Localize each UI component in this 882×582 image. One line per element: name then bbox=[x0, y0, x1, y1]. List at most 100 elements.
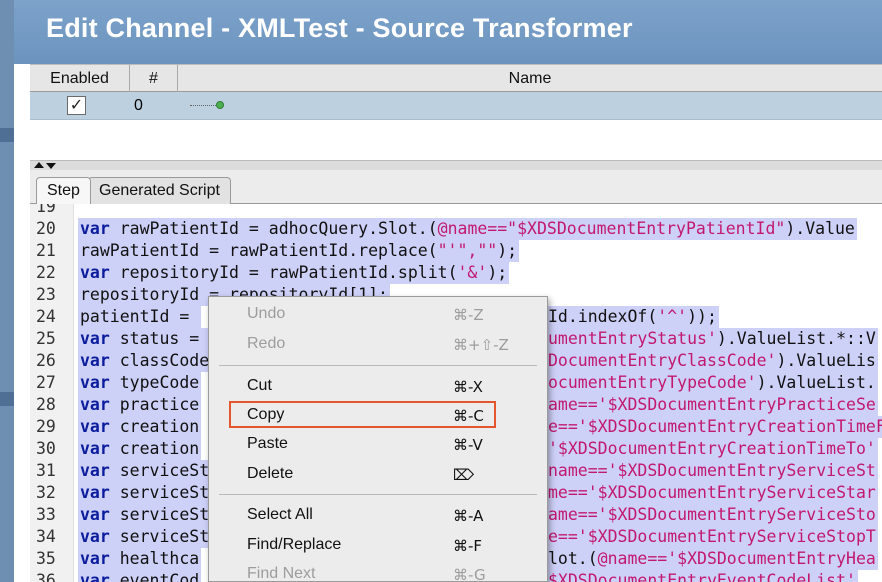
menu-item-find-next[interactable]: Find Next ⌘-G bbox=[209, 561, 547, 582]
string-token: "'","" bbox=[437, 241, 498, 260]
line-number: 19 bbox=[36, 204, 56, 216]
menu-item-cut[interactable]: Cut ⌘-X bbox=[209, 373, 547, 401]
code-token: rawPatientId = rawPatientId.replace( bbox=[80, 241, 438, 260]
code-token: )); bbox=[687, 307, 717, 326]
code-line[interactable]: 19 bbox=[30, 204, 882, 218]
code-text-continued: lot.(@name=='$XDSDocumentEntryHea bbox=[546, 548, 878, 570]
string-token: e=='$XDSDocumentEntryServiceStopT bbox=[548, 527, 876, 546]
code-token: status = bbox=[109, 329, 210, 348]
enabled-checkbox[interactable]: ✓ bbox=[67, 96, 86, 115]
tab-step[interactable]: Step bbox=[36, 177, 91, 204]
string-token: $XDSDocumentEntryEventCodeList' bbox=[548, 571, 856, 582]
code-text: var serviceSt bbox=[78, 460, 212, 482]
keyword-token: var bbox=[80, 263, 110, 282]
code-text-continued: ame=='$XDSDocumentEntryPracticeSe bbox=[546, 394, 878, 416]
line-number: 32 bbox=[36, 483, 56, 502]
string-token: e=='$XDSDocumentEntryCreationTimeF bbox=[548, 417, 882, 436]
keyword-token: var bbox=[80, 505, 110, 524]
tab-generated-script[interactable]: Generated Script bbox=[88, 177, 231, 204]
menu-separator bbox=[219, 494, 537, 495]
edge-notch bbox=[0, 392, 14, 406]
menu-item-label: Paste bbox=[247, 435, 288, 452]
menu-item-select-all[interactable]: Select All ⌘-A bbox=[209, 502, 547, 530]
code-text: var repositoryId = rawPatientId.split('&… bbox=[78, 262, 510, 284]
code-token: serviceSt bbox=[109, 505, 210, 524]
code-line[interactable]: 20 var rawPatientId = adhocQuery.Slot.(@n… bbox=[30, 218, 882, 240]
line-number: 26 bbox=[36, 351, 56, 370]
line-number: 20 bbox=[36, 219, 56, 238]
code-text: var creation bbox=[78, 438, 202, 460]
keyword-token: var bbox=[80, 549, 110, 568]
steps-table: Enabled # Name ✓ 0 bbox=[30, 64, 882, 168]
code-text-continued: ame=='$XDSDocumentEntryServiceSto bbox=[546, 504, 878, 526]
line-number: 24 bbox=[36, 307, 56, 326]
copy-highlight-box bbox=[229, 401, 496, 428]
code-text: var rawPatientId = adhocQuery.Slot.(@nam… bbox=[78, 218, 857, 240]
menu-item-paste[interactable]: Paste ⌘-V bbox=[209, 431, 547, 459]
code-text: var practice bbox=[78, 394, 202, 416]
keyword-token: var bbox=[80, 527, 110, 546]
keyword-token: var bbox=[80, 329, 110, 348]
title-bar: Edit Channel - XMLTest - Source Transfor… bbox=[14, 0, 882, 64]
menu-item-label: Cut bbox=[247, 377, 272, 394]
code-token: ).ValueList. bbox=[756, 373, 876, 392]
string-token: DocumentEntryClassCode' bbox=[548, 351, 777, 370]
line-number: 36 bbox=[36, 571, 56, 582]
keyword-token: var bbox=[80, 395, 110, 414]
menu-item-undo[interactable]: Undo ⌘-Z bbox=[209, 301, 547, 329]
menu-item-delete[interactable]: Delete ⌦ bbox=[209, 461, 547, 489]
code-token: ).ValueLis bbox=[776, 351, 876, 370]
code-text: var serviceSt bbox=[78, 482, 212, 504]
code-text-continued: $XDSDocumentEntryEventCodeList' bbox=[546, 570, 858, 582]
string-token: ocumentEntryTypeCode' bbox=[548, 373, 757, 392]
string-token: name=='$XDSDocumentEntryServiceSt bbox=[548, 461, 876, 480]
code-token: ); bbox=[487, 263, 508, 282]
context-menu: Undo ⌘-Z Redo ⌘+⇧-Z Cut ⌘-X Copy ⌘-C Pas… bbox=[208, 296, 548, 582]
code-line[interactable]: 21 rawPatientId = rawPatientId.replace("'… bbox=[30, 240, 882, 262]
menu-item-find-replace[interactable]: Find/Replace ⌘-F bbox=[209, 532, 547, 560]
menu-item-label: Select All bbox=[247, 506, 313, 523]
table-row[interactable]: ✓ 0 bbox=[30, 92, 882, 120]
keyword-token: var bbox=[80, 483, 110, 502]
code-token: typeCode bbox=[109, 373, 200, 392]
code-token: repositoryId = rawPatientId.split( bbox=[109, 263, 458, 282]
arrow-up-icon[interactable] bbox=[34, 162, 44, 168]
column-header-name[interactable]: Name bbox=[178, 65, 882, 92]
menu-separator bbox=[219, 365, 537, 366]
code-token: classCode bbox=[109, 351, 210, 370]
line-number: 29 bbox=[36, 417, 56, 436]
column-header-number[interactable]: # bbox=[130, 65, 178, 92]
menu-item-shortcut: ⌘-X bbox=[453, 378, 483, 396]
menu-item-shortcut: ⌘-V bbox=[453, 436, 483, 454]
code-text: patientId = bbox=[78, 306, 202, 328]
code-token: lot.( bbox=[548, 549, 598, 568]
keyword-token: var bbox=[80, 571, 110, 582]
code-text: var typeCode bbox=[78, 372, 202, 394]
arrow-down-icon[interactable] bbox=[46, 163, 56, 169]
left-window-edge bbox=[0, 0, 14, 582]
code-token: Id.indexOf( bbox=[548, 307, 658, 326]
tab-bar: Step Generated Script bbox=[30, 170, 882, 204]
code-text-continued: me=='$XDSDocumentEntryServiceStar bbox=[546, 482, 878, 504]
keyword-token: var bbox=[80, 417, 110, 436]
code-token: ).Value bbox=[785, 219, 855, 238]
menu-item-label: Find/Replace bbox=[247, 536, 342, 553]
keyword-token: var bbox=[80, 439, 110, 458]
code-text: var status = bbox=[78, 328, 212, 350]
menu-item-label: Delete bbox=[247, 465, 294, 482]
column-header-enabled[interactable]: Enabled bbox=[30, 65, 130, 92]
menu-item-shortcut: ⌘-G bbox=[453, 566, 486, 582]
code-token: serviceSt bbox=[109, 527, 210, 546]
code-text-continued: name=='$XDSDocumentEntryServiceSt bbox=[546, 460, 878, 482]
code-text-continued: DocumentEntryClassCode').ValueLis bbox=[546, 350, 878, 372]
split-pane-divider[interactable] bbox=[30, 160, 882, 170]
code-text-continued: ocumentEntryTypeCode').ValueList. bbox=[546, 372, 878, 394]
string-token: '^' bbox=[657, 307, 688, 326]
line-number: 23 bbox=[36, 285, 56, 304]
line-number: 35 bbox=[36, 549, 56, 568]
code-token: practice bbox=[109, 395, 200, 414]
code-text-continued: e=='$XDSDocumentEntryCreationTimeF bbox=[546, 416, 882, 438]
code-line[interactable]: 22 var repositoryId = rawPatientId.split(… bbox=[30, 262, 882, 284]
code-text: var eventCod bbox=[78, 570, 202, 582]
menu-item-redo[interactable]: Redo ⌘+⇧-Z bbox=[209, 331, 547, 359]
